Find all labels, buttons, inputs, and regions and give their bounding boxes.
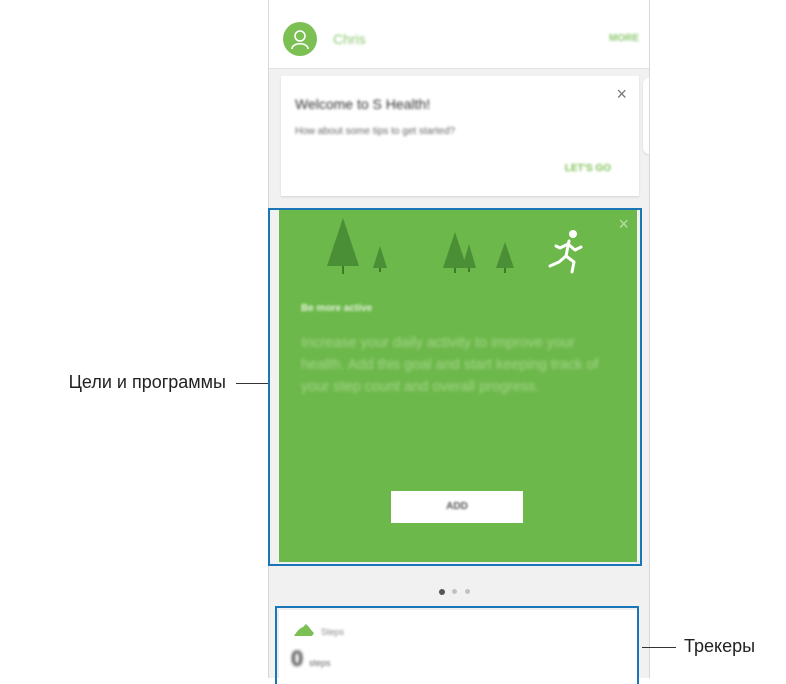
- more-button[interactable]: MORE: [609, 33, 639, 44]
- page-dot-active[interactable]: [439, 588, 445, 595]
- person-icon: [291, 30, 309, 50]
- lets-go-button[interactable]: LET'S GO: [565, 163, 611, 174]
- username[interactable]: Chris: [333, 31, 366, 47]
- goals-callout-label: Цели и программы: [68, 372, 226, 392]
- goals-highlight-box: [268, 208, 642, 566]
- welcome-subtitle: How about some tips to get started?: [295, 126, 456, 137]
- trackers-callout-label: Трекеры: [684, 636, 756, 656]
- goals-callout-line: [236, 383, 268, 384]
- welcome-card: Welcome to S Health! How about some tips…: [281, 76, 639, 196]
- next-card-peek[interactable]: [643, 78, 649, 154]
- welcome-title: Welcome to S Health!: [295, 96, 431, 112]
- page-dot[interactable]: [452, 589, 457, 594]
- user-avatar-icon[interactable]: [283, 22, 317, 56]
- page-dot[interactable]: [465, 589, 470, 594]
- close-icon[interactable]: ×: [616, 84, 627, 105]
- app-header: Chris MORE: [269, 0, 649, 69]
- trackers-highlight-box: [275, 606, 639, 684]
- trackers-callout-line: [642, 647, 676, 648]
